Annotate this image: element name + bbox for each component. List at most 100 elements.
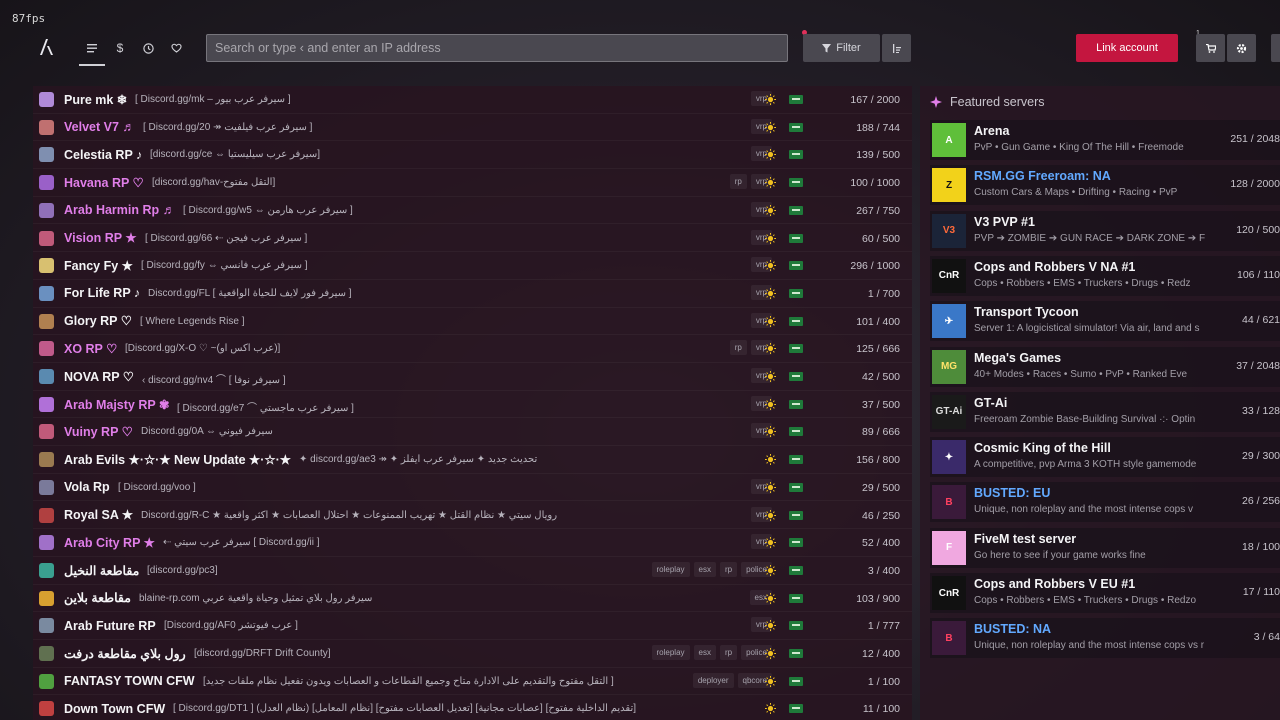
server-icon — [39, 396, 54, 412]
country-flag-icon — [789, 676, 803, 686]
server-row[interactable]: For Life RP ♪ vrp 1 / 700 Discord.gg/FL [ س… — [33, 280, 912, 308]
server-description: [discord.gg/ce ⇔ سيرفر عرب سيليستيا] — [150, 149, 320, 161]
server-icon — [39, 562, 54, 578]
server-tag: rp — [719, 561, 738, 577]
server-row[interactable]: Royal SA ★ vrp 46 / 250 Discord.gg/R-C ★ رو… — [33, 502, 912, 530]
server-list: Pure mk ❄ vrp 167 / 2000[ Discord.gg/mk – … — [33, 86, 912, 720]
server-row[interactable]: Celestia RP ♪ vrp 139 / 500 [discord.gg/ce … — [33, 141, 912, 170]
server-icon — [39, 313, 54, 329]
featured-server-description: Unique, non roleplay and the most intens… — [974, 504, 1194, 516]
sun-icon — [765, 564, 776, 576]
featured-server-card[interactable]: CnR Cops and Robbers V EU #1 Cops • Robber… — [930, 573, 1280, 613]
player-count: 139 / 500 — [856, 149, 900, 162]
server-row[interactable]: Glory RP ♡ vrp 101 / 400[ Where Legends Ri… — [33, 308, 912, 336]
server-row[interactable]: NOVA RP ♡ vrp 42 / 500 ‹ discord.gg/nv4 ⌒ [… — [33, 363, 912, 391]
country-flag-icon — [789, 649, 803, 658]
featured-server-card[interactable]: CnR Cops and Robbers V NA #1 Cops • Robber… — [930, 255, 1280, 296]
server-row[interactable]: Vuiny RP ♡ vrp 89 / 666 Discord.gg/0A ⇔ سير… — [33, 418, 912, 447]
sun-icon — [765, 315, 776, 327]
server-name: Arab Evils ★·☆·★ New Update ★·☆·★ — [64, 452, 291, 467]
server-row[interactable]: Arab Harmin Rp ♬ vrp 267 / 750[ Discord.gg… — [33, 197, 912, 225]
sun-icon — [765, 648, 776, 659]
history-icon[interactable] — [135, 36, 161, 60]
country-flag-icon — [789, 316, 803, 326]
server-name: Arab City RP ★ — [64, 536, 155, 551]
server-row[interactable]: XO RP ♡ rp vrp 125 / 666 [Discord.gg/X-O ♡ ~… — [33, 335, 912, 363]
sort-button[interactable] — [882, 34, 911, 62]
settings-button[interactable] — [1227, 34, 1256, 62]
country-flag-icon — [789, 538, 803, 548]
featured-player-count: 18 / 100 — [1242, 540, 1280, 553]
server-name: Vuiny RP ♡ — [64, 425, 133, 440]
overflow-button[interactable] — [1271, 34, 1280, 62]
server-description: [discord.gg/DRFT Drift County] — [194, 648, 331, 659]
sun-icon — [765, 371, 776, 382]
featured-servers-panel: Featured servers A Arena PvP • Gun Game • … — [920, 86, 1280, 720]
server-row[interactable]: مقاطعة النخيل roleplay esx rp police 3 / 400 [… — [33, 557, 912, 585]
featured-server-name: BUSTED: NA — [974, 622, 1052, 637]
server-description: [ Discord.gg/w5 ⇔ سيرفر عرب هارمن ] — [183, 204, 353, 216]
server-row[interactable]: Havana RP ♡ rp vrp 100 / 1000 [discord.gg/ha… — [33, 169, 912, 197]
featured-player-count: 251 / 2048 — [1230, 133, 1280, 145]
server-row[interactable]: مقاطعة بلاين esx 103 / 900 blaine-rp.com سي… — [33, 585, 912, 613]
server-row[interactable]: Arab City RP ★ vrp 52 / 400 ⇠ سيرفر عرب سيت… — [33, 529, 912, 557]
sun-icon — [765, 94, 776, 105]
country-flag-icon — [789, 482, 803, 492]
sun-icon — [765, 454, 776, 466]
player-count: 46 / 250 — [862, 509, 900, 522]
server-tag: esx — [693, 645, 716, 660]
featured-server-card[interactable]: B BUSTED: EU Unique, non roleplay and the … — [930, 482, 1280, 523]
featured-server-card[interactable]: ✈ Transport Tycoon Server 1: A logicistica… — [930, 301, 1280, 342]
cart-button[interactable] — [1196, 34, 1225, 62]
featured-server-name: Arena — [974, 124, 1010, 138]
featured-server-card[interactable]: A Arena PvP • Gun Game • King Of The Hill … — [930, 120, 1280, 160]
server-icon — [39, 452, 54, 468]
server-name: Havana RP ♡ — [64, 175, 144, 190]
server-row[interactable]: FANTASY TOWN CFW deployer qbcore 1 / 100 [ال… — [33, 668, 912, 696]
heart-icon[interactable] — [163, 36, 189, 60]
fivem-logo-icon[interactable] — [38, 38, 56, 56]
server-row[interactable]: رول بلاي مقاطعة درفت roleplay esx rp police 1… — [33, 640, 912, 668]
server-row[interactable]: Fancy Fy ★ vrp 296 / 1000[ Discord.gg/fy ⇔… — [33, 252, 912, 280]
server-row[interactable]: Vola Rp vrp 29 / 500[ Discord.gg/voo ] — [33, 474, 912, 502]
featured-player-count: 17 / 110 — [1242, 586, 1280, 598]
server-description: ✦ discord.gg/ae3 ↠ ✦ تحديث جديد ✦ سيرفر … — [299, 454, 538, 466]
featured-server-description: Cops • Robbers • EMS • Truckers • Drugs … — [974, 277, 1191, 289]
featured-server-card[interactable]: MG Mega's Games 40+ Modes • Races • Sumo •… — [930, 346, 1280, 387]
server-name: FANTASY TOWN CFW — [64, 674, 195, 689]
server-row[interactable]: Arab Evils ★·☆·★ New Update ★·☆·★ 156 / 8… — [33, 446, 912, 474]
featured-server-name: Transport Tycoon — [974, 305, 1079, 320]
country-flag-icon — [789, 344, 803, 354]
server-name: Royal SA ★ — [64, 508, 134, 523]
sun-icon — [765, 509, 776, 521]
featured-server-name: FiveM test server — [974, 531, 1077, 546]
server-icon — [39, 175, 54, 191]
servers-icon[interactable] — [79, 36, 105, 66]
filter-icon — [822, 43, 832, 52]
featured-server-card[interactable]: V3 V3 PVP #1 PVP ➔ ZOMBIE ➔ GUN RACE ➔ DAR… — [930, 210, 1280, 251]
featured-server-logo: A — [932, 123, 966, 157]
sun-icon — [765, 398, 776, 410]
link-account-button[interactable]: Link account — [1076, 34, 1178, 62]
dollar-icon[interactable]: $ — [107, 36, 133, 60]
server-row[interactable]: Down Town CFW 11 / 100 [ Discord.gg/DT1 ] … — [33, 695, 912, 720]
server-row[interactable]: Vision RP ★ vrp 60 / 500[ Discord.gg/66 ⇠ … — [33, 225, 912, 253]
server-row[interactable]: Arab Majsty RP ✾ vrp 37 / 500[ Discord.gg/… — [33, 391, 912, 419]
server-row[interactable]: Arab Future RP vrp 1 / 777 [Discord.gg/AF0 … — [33, 612, 912, 640]
search-input[interactable]: Search or type ‹ and enter an IP address — [206, 34, 788, 62]
server-description: blaine-rp.com سيرفر رول بلاي تمثيل وحياة… — [139, 592, 373, 604]
featured-server-card[interactable]: F FiveM test server Go here to see if your… — [930, 527, 1280, 568]
featured-server-name: RSM.GG Freeroam: NA — [974, 169, 1111, 184]
player-count: 267 / 750 — [856, 204, 900, 217]
player-count: 125 / 666 — [856, 343, 900, 356]
featured-server-logo: B — [932, 621, 966, 656]
featured-player-count: 128 / 2000 — [1230, 178, 1280, 191]
featured-server-card[interactable]: GT-Ai GT-Ai Freeroam Zombie Base-Building … — [930, 391, 1280, 432]
filter-button[interactable]: Filter — [803, 34, 880, 62]
featured-server-card[interactable]: ✦ Cosmic King of the Hill A competitive, p… — [930, 437, 1280, 478]
featured-server-card[interactable]: B BUSTED: NA Unique, non roleplay and the … — [930, 618, 1280, 659]
server-row[interactable]: Pure mk ❄ vrp 167 / 2000[ Discord.gg/mk – … — [33, 86, 912, 114]
featured-server-card[interactable]: Z RSM.GG Freeroam: NA Custom Cars & Maps •… — [930, 165, 1280, 206]
featured-server-logo: F — [932, 530, 966, 565]
server-row[interactable]: Velvet V7 ♬ vrp 188 / 744[ Discord.gg/20 ↠… — [33, 114, 912, 142]
